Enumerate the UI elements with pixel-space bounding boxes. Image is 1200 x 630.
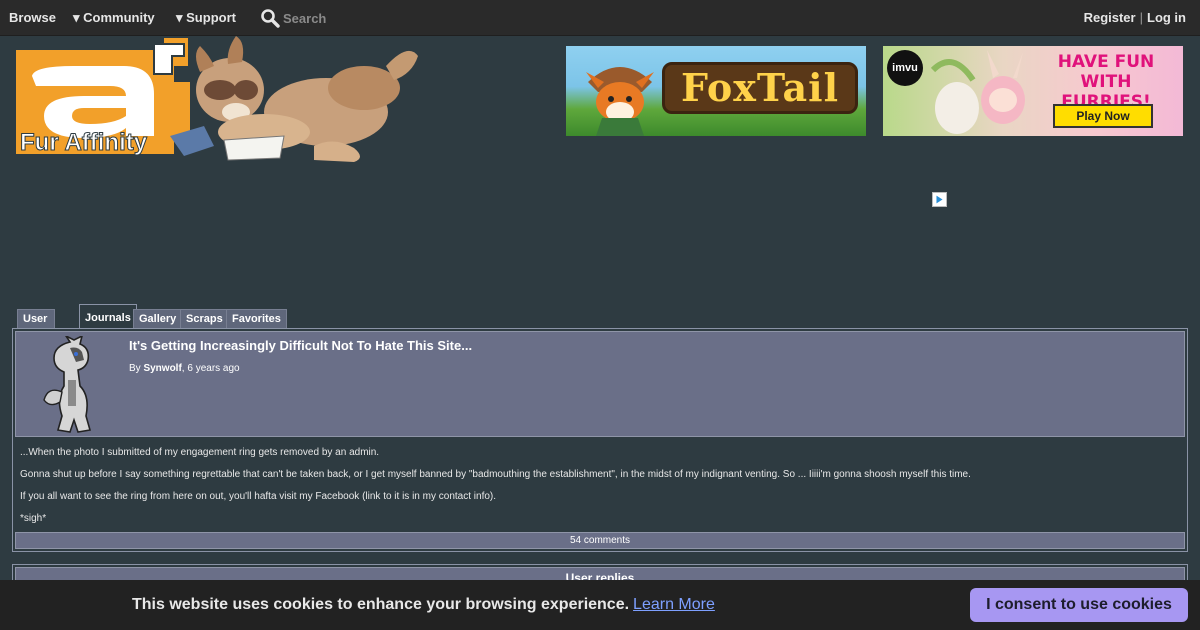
- auth-separator: |: [1139, 10, 1143, 25]
- imvu-ad[interactable]: imvu HAVE FUN WITH FURRIES! Play Now: [883, 46, 1183, 136]
- cookie-banner: This website uses cookies to enhance you…: [0, 580, 1200, 630]
- site-logo[interactable]: Fur Affinity: [14, 36, 424, 162]
- journal-header: It's Getting Increasingly Difficult Not …: [15, 331, 1185, 437]
- adchoices-icon[interactable]: [932, 192, 947, 207]
- nav-support[interactable]: ▾ Support: [176, 10, 236, 26]
- cookie-message: This website uses cookies to enhance you…: [132, 596, 715, 614]
- tab-gallery[interactable]: Gallery: [133, 309, 183, 330]
- top-nav: Browse ▾ Community ▾ Support Register| Lo…: [0, 0, 1200, 36]
- learn-more-link[interactable]: Learn More: [633, 596, 715, 613]
- nav-browse[interactable]: Browse: [9, 10, 56, 25]
- play-now-button[interactable]: Play Now: [1053, 104, 1153, 128]
- login-link[interactable]: Log in: [1147, 10, 1186, 25]
- post-time: , 6 years ago: [181, 363, 240, 374]
- auth-links: Register | Log in: [1084, 10, 1186, 25]
- journal-panel: It's Getting Increasingly Difficult Not …: [12, 328, 1188, 552]
- by-label: By: [129, 363, 144, 374]
- nav-community[interactable]: ▾ Community: [73, 10, 155, 26]
- foxtail-ad[interactable]: FoxTail: [566, 46, 866, 136]
- tab-scraps[interactable]: Scraps: [180, 309, 229, 330]
- journal-body: ...When the photo I submitted of my enga…: [20, 447, 1180, 535]
- search-icon[interactable]: [260, 8, 280, 28]
- tab-favorites[interactable]: Favorites: [226, 309, 287, 330]
- tab-user-page[interactable]: User Page: [17, 309, 56, 344]
- journal-title: It's Getting Increasingly Difficult Not …: [129, 338, 473, 353]
- logo-text: Fur Affinity: [20, 129, 148, 156]
- tab-journals[interactable]: Journals: [79, 304, 137, 330]
- foxtail-logo-text: FoxTail: [662, 62, 858, 114]
- register-link[interactable]: Register: [1084, 10, 1136, 25]
- cookie-text: This website uses cookies to enhance you…: [132, 596, 630, 613]
- imvu-headline: HAVE FUN WITH FURRIES!: [1057, 52, 1155, 112]
- author-link[interactable]: Synwolf: [143, 363, 181, 374]
- imvu-badge: imvu: [887, 50, 923, 86]
- avatar[interactable]: [40, 336, 108, 434]
- fox-character-icon: [586, 67, 654, 136]
- search-input[interactable]: [283, 8, 423, 28]
- journal-paragraph: ...When the photo I submitted of my enga…: [20, 447, 380, 458]
- journal-paragraph: Gonna shut up before I say something reg…: [20, 469, 971, 480]
- furry-characters-icon: [930, 50, 1025, 134]
- comments-count-link[interactable]: 54 comments: [15, 532, 1185, 549]
- journal-paragraph: If you all want to see the ring from her…: [20, 491, 497, 502]
- consent-cookies-button[interactable]: I consent to use cookies: [970, 588, 1188, 622]
- journal-meta: By Synwolf, 6 years ago: [129, 363, 240, 374]
